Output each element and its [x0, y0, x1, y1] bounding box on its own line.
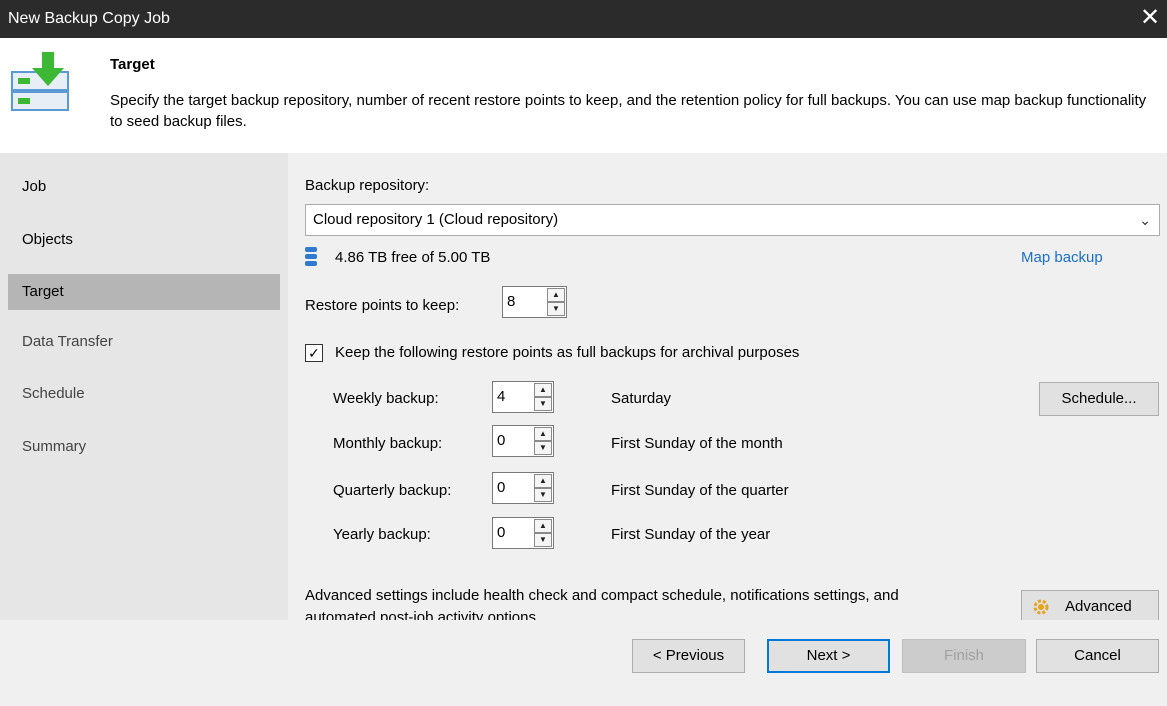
restore-points-stepper[interactable]: 8 ▲ ▼	[502, 286, 567, 318]
repository-selected-value: Cloud repository 1 (Cloud repository)	[313, 211, 559, 228]
chevron-down-icon: ⌄	[1139, 212, 1151, 228]
repository-label: Backup repository:	[305, 177, 430, 194]
backup-target-icon	[11, 52, 69, 111]
wizard-header: Target Specify the target backup reposit…	[0, 38, 1167, 148]
advanced-button-label: Advanced	[1065, 598, 1132, 615]
advanced-button[interactable]: Advanced	[1021, 590, 1159, 624]
stepper-down-icon[interactable]: ▼	[534, 441, 552, 455]
wizard-footer: < Previous Next > Finish Cancel	[0, 620, 1167, 706]
restore-points-label: Restore points to keep:	[305, 297, 460, 314]
stepper-down-icon[interactable]: ▼	[534, 488, 552, 502]
stepper-up-icon[interactable]: ▲	[534, 519, 552, 533]
checkmark-icon: ✓	[308, 345, 320, 361]
stepper-up-icon[interactable]: ▲	[534, 474, 552, 488]
monthly-backup-value: 0	[497, 432, 506, 449]
yearly-backup-label: Yearly backup:	[333, 526, 431, 543]
previous-button[interactable]: < Previous	[632, 639, 745, 673]
stepper-down-icon[interactable]: ▼	[534, 397, 552, 411]
sidebar-item-objects[interactable]: Objects	[8, 222, 280, 258]
map-backup-link[interactable]: Map backup	[1021, 249, 1103, 266]
sidebar-item-job[interactable]: Job	[8, 169, 280, 205]
sidebar-item-data-transfer[interactable]: Data Transfer	[8, 324, 280, 360]
free-space-text: 4.86 TB free of 5.00 TB	[335, 249, 491, 266]
close-icon[interactable]: ✕	[1139, 5, 1161, 31]
target-settings-panel: Backup repository: Cloud repository 1 (C…	[288, 153, 1167, 626]
weekly-backup-value: 4	[497, 388, 506, 405]
repository-select[interactable]: Cloud repository 1 (Cloud repository) ⌄	[305, 204, 1160, 236]
schedule-button[interactable]: Schedule...	[1039, 382, 1159, 416]
weekly-backup-day: Saturday	[611, 390, 672, 407]
stepper-up-icon[interactable]: ▲	[547, 288, 565, 302]
yearly-backup-value: 0	[497, 524, 506, 541]
archival-checkbox-label: Keep the following restore points as ful…	[335, 344, 800, 361]
weekly-backup-label: Weekly backup:	[333, 390, 439, 407]
step-description: Specify the target backup repository, nu…	[110, 92, 1147, 130]
sidebar-item-summary[interactable]: Summary	[8, 429, 280, 465]
sidebar-item-schedule[interactable]: Schedule	[8, 376, 280, 412]
stepper-down-icon[interactable]: ▼	[534, 533, 552, 547]
weekly-backup-stepper[interactable]: 4 ▲ ▼	[492, 381, 554, 413]
wizard-steps-sidebar: Job Objects Target Data Transfer Schedul…	[0, 153, 288, 620]
quarterly-backup-label: Quarterly backup:	[333, 482, 452, 499]
restore-points-value: 8	[507, 293, 516, 310]
yearly-backup-day: First Sunday of the year	[611, 526, 771, 543]
step-title: Target	[110, 56, 155, 73]
quarterly-backup-value: 0	[497, 479, 506, 496]
window-title: New Backup Copy Job	[8, 10, 170, 27]
monthly-backup-day: First Sunday of the month	[611, 435, 783, 452]
yearly-backup-stepper[interactable]: 0 ▲ ▼	[492, 517, 554, 549]
stepper-down-icon[interactable]: ▼	[547, 302, 565, 316]
sidebar-item-target[interactable]: Target	[8, 274, 280, 310]
finish-button[interactable]: Finish	[902, 639, 1026, 673]
stepper-up-icon[interactable]: ▲	[534, 427, 552, 441]
next-button[interactable]: Next >	[767, 639, 890, 673]
quarterly-backup-stepper[interactable]: 0 ▲ ▼	[492, 472, 554, 504]
stepper-up-icon[interactable]: ▲	[534, 383, 552, 397]
database-icon	[305, 247, 317, 266]
title-bar: New Backup Copy Job ✕	[0, 0, 1167, 38]
quarterly-backup-day: First Sunday of the quarter	[611, 482, 789, 499]
cancel-button[interactable]: Cancel	[1036, 639, 1159, 673]
monthly-backup-label: Monthly backup:	[333, 435, 443, 452]
monthly-backup-stepper[interactable]: 0 ▲ ▼	[492, 425, 554, 457]
archival-checkbox[interactable]: ✓	[305, 344, 323, 362]
gear-icon	[1033, 599, 1049, 615]
